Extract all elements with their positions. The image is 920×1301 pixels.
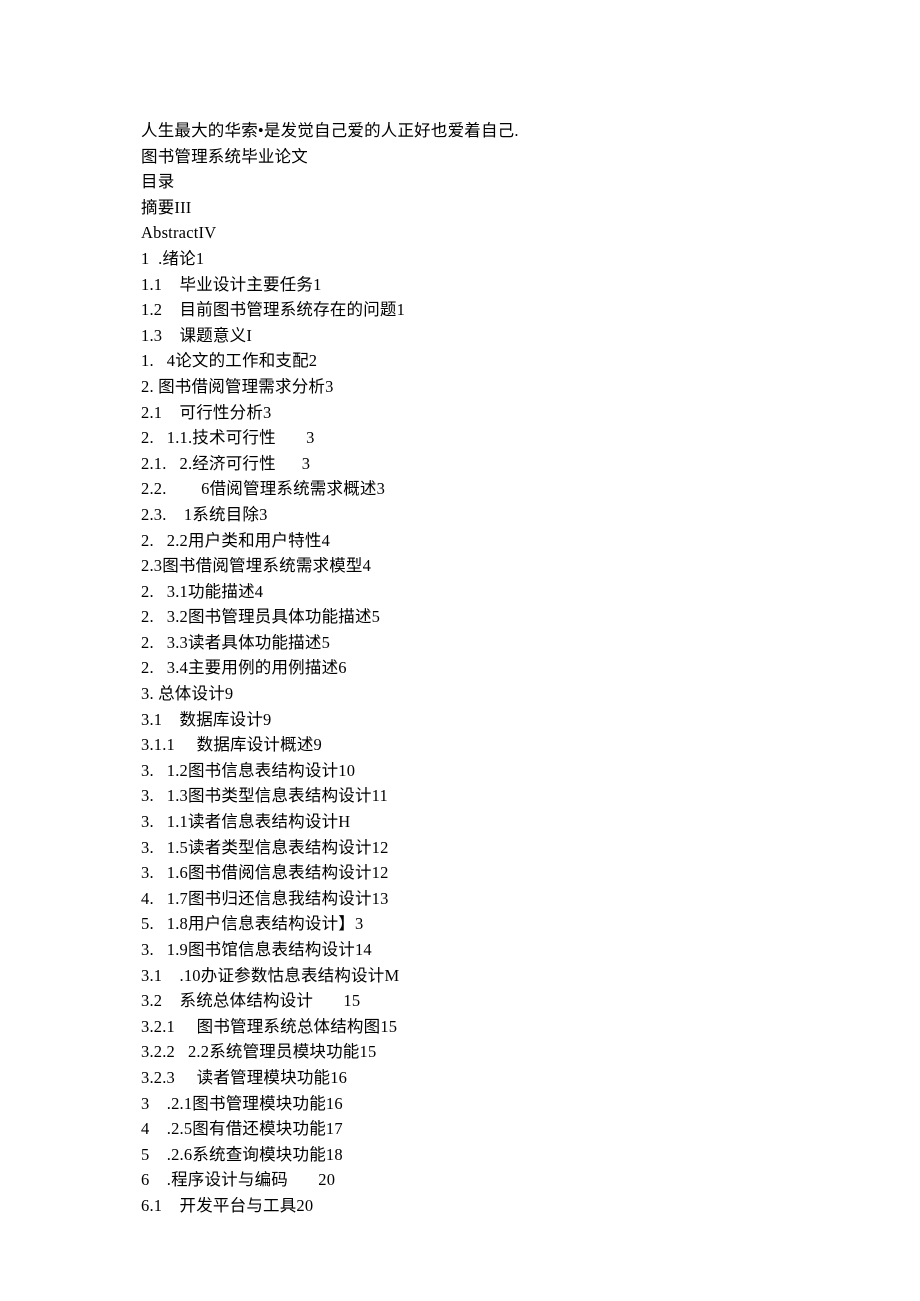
text-line: 2. 3.3读者具体功能描述5 xyxy=(141,630,781,656)
text-line: 3. 1.3图书类型信息表结构设计11 xyxy=(141,783,781,809)
text-line: 3.1 数据库设计9 xyxy=(141,707,781,733)
text-line: 1.2 目前图书管理系统存在的问题1 xyxy=(141,297,781,323)
text-line: 4. 1.7图书归还信息我结构设计13 xyxy=(141,886,781,912)
text-line: 3.2.2 2.2系统管理员模块功能15 xyxy=(141,1039,781,1065)
text-line: 3.1 .10办证参数怙息表结构设计M xyxy=(141,963,781,989)
text-line: 1.3 课题意义I xyxy=(141,323,781,349)
document-page: 人生最大的华索•是发觉自己爱的人正好也爱着自己. 图书管理系统毕业论文 目录 摘… xyxy=(0,0,781,1219)
text-line: 3.2.3 读者管理模块功能16 xyxy=(141,1065,781,1091)
text-line: 2.1 可行性分析3 xyxy=(141,400,781,426)
text-line: 1.1 毕业设计主要任务1 xyxy=(141,272,781,298)
text-line: 6.1 开发平台与工具20 xyxy=(141,1193,781,1219)
text-line: 3. 总体设计9 xyxy=(141,681,781,707)
text-line: AbstractIV xyxy=(141,220,781,246)
text-line: 3. 1.9图书馆信息表结构设计14 xyxy=(141,937,781,963)
text-line: 2. 图书借阅管理需求分析3 xyxy=(141,374,781,400)
text-line: 3. 1.1读者信息表结构设计H xyxy=(141,809,781,835)
text-line: 2. 3.4主要用例的用例描述6 xyxy=(141,655,781,681)
text-line: 2. 3.1功能描述4 xyxy=(141,579,781,605)
text-line: 3.2.1 图书管理系统总体结构图15 xyxy=(141,1014,781,1040)
text-line: 人生最大的华索•是发觉自己爱的人正好也爱着自己. xyxy=(141,118,781,144)
text-line: 3. 1.2图书信息表结构设计10 xyxy=(141,758,781,784)
text-line: 2.2. 6借阅管理系统需求概述3 xyxy=(141,476,781,502)
text-line: 4 .2.5图有借还模块功能17 xyxy=(141,1116,781,1142)
text-line: 2.3. 1系统目除3 xyxy=(141,502,781,528)
text-line: 摘要III xyxy=(141,195,781,221)
text-line: 5. 1.8用户信息表结构设计】3 xyxy=(141,911,781,937)
text-line: 2.3图书借阅管埋系统需求模型4 xyxy=(141,553,781,579)
text-line: 2. 3.2图书管理员具体功能描述5 xyxy=(141,604,781,630)
text-line: 1 .绪论1 xyxy=(141,246,781,272)
text-line: 3 .2.1图书管理模块功能16 xyxy=(141,1091,781,1117)
text-line: 目录 xyxy=(141,169,781,195)
text-line: 3.2 系统总体结构设计 15 xyxy=(141,988,781,1014)
text-line: 2. 1.1.技术可行性 3 xyxy=(141,425,781,451)
text-line: 2.1. 2.经济可行性 3 xyxy=(141,451,781,477)
text-line: 图书管理系统毕业论文 xyxy=(141,144,781,170)
text-line: 1. 4论文的工作和支配2 xyxy=(141,348,781,374)
text-line: 3.1.1 数据库设计概述9 xyxy=(141,732,781,758)
text-line: 6 .程序设计与编码 20 xyxy=(141,1167,781,1193)
text-line: 3. 1.6图书借阅信息表结构设计12 xyxy=(141,860,781,886)
text-line: 2. 2.2用户类和用户特性4 xyxy=(141,528,781,554)
text-line: 3. 1.5读者类型信息表结构设计12 xyxy=(141,835,781,861)
text-line: 5 .2.6系统查询模块功能18 xyxy=(141,1142,781,1168)
